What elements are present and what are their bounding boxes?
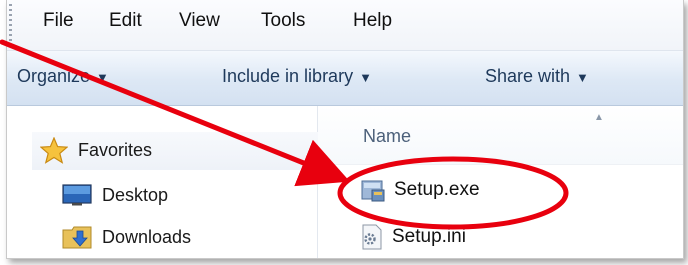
menu-bar: File Edit View Tools Help: [7, 0, 683, 51]
star-icon: [40, 137, 68, 164]
file-item-setup-exe[interactable]: Setup.exe: [360, 177, 480, 203]
sort-ascending-icon: ▲: [594, 112, 604, 123]
menu-edit[interactable]: Edit: [109, 10, 142, 32]
explorer-window: File Edit View Tools Help Organize ▼ Incl…: [6, 0, 684, 259]
menu-tools[interactable]: Tools: [261, 10, 305, 32]
organize-label: Organize: [17, 66, 91, 86]
menu-view[interactable]: View: [179, 10, 220, 32]
nav-label-favorites: Favorites: [78, 140, 153, 160]
nav-label-desktop: Desktop: [102, 184, 169, 205]
include-in-library-button[interactable]: Include in library ▼: [222, 66, 372, 87]
chevron-down-icon: ▼: [359, 70, 372, 85]
file-label-setup-exe: Setup.exe: [394, 179, 480, 200]
column-header-name[interactable]: ▲ Name: [318, 106, 683, 165]
nav-item-downloads[interactable]: Downloads: [62, 225, 191, 249]
desktop-icon: [62, 184, 92, 206]
chevron-down-icon: ▼: [96, 70, 109, 85]
settings-file-icon: [362, 224, 382, 250]
nav-item-favorites[interactable]: Favorites: [40, 137, 152, 164]
file-list-pane: ▲ Name Setup.exe Setup.ini: [318, 106, 683, 258]
nav-label-downloads: Downloads: [102, 226, 192, 247]
downloads-folder-icon: [62, 226, 92, 249]
organize-button[interactable]: Organize ▼: [17, 66, 109, 87]
installer-icon: [361, 180, 385, 202]
file-label-setup-ini: Setup.ini: [392, 226, 466, 247]
chevron-down-icon: ▼: [576, 70, 589, 85]
menu-grip: [9, 4, 12, 46]
share-with-button[interactable]: Share with ▼: [485, 66, 589, 87]
command-bar: Organize ▼ Include in library ▼ Share with…: [7, 51, 683, 106]
menu-file[interactable]: File: [43, 10, 74, 32]
nav-item-desktop[interactable]: Desktop: [62, 184, 168, 206]
share-with-label: Share with: [485, 66, 571, 86]
menu-help[interactable]: Help: [353, 10, 392, 32]
include-in-library-label: Include in library: [222, 66, 354, 86]
column-header-name-label: Name: [363, 126, 412, 146]
file-item-setup-ini[interactable]: Setup.ini: [360, 224, 466, 250]
navigation-pane: Favorites Desktop Downloads: [7, 106, 318, 258]
